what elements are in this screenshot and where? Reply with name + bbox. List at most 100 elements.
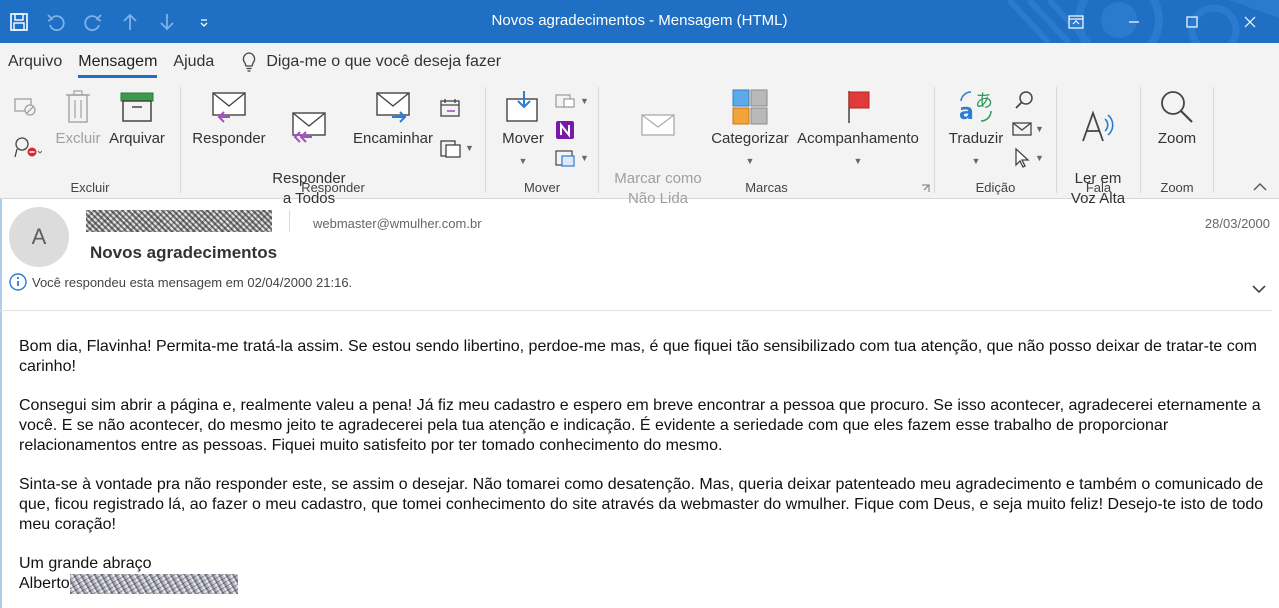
maximize-icon	[1186, 15, 1198, 28]
translate-icon: aあ	[959, 91, 993, 125]
recipient-email[interactable]: webmaster@wmulher.com.br	[313, 216, 482, 231]
body-paragraph: Bom dia, Flavinha! Permita-me tratá-la a…	[19, 338, 1257, 375]
chevron-down-icon[interactable]	[1251, 283, 1267, 295]
reply-label: Responder	[192, 130, 266, 147]
collapse-ribbon-icon[interactable]	[1253, 182, 1267, 192]
group-label-mover: Mover	[523, 180, 561, 195]
onenote-button[interactable]	[554, 119, 576, 141]
message-body: Bom dia, Flavinha! Permita-me tratá-la a…	[19, 337, 1264, 594]
minimize-button[interactable]	[1105, 0, 1163, 43]
move-label: Mover	[502, 130, 544, 147]
forward-label: Encaminhar	[352, 130, 434, 147]
group-label-fala: Fala	[1085, 180, 1112, 195]
group-edicao: aあ Traduzir ▼ ▼ ▼ Edição	[935, 81, 1056, 199]
forward-button[interactable]: Encaminhar	[351, 89, 435, 149]
move-folder-icon	[506, 91, 538, 122]
header-divider	[0, 310, 1272, 311]
archive-label: Arquivar	[109, 130, 165, 147]
categorize-icon	[732, 89, 768, 125]
group-marcas: Marcar como Não Lida Categorizar ▼ Acomp…	[599, 81, 934, 207]
read-aloud-icon	[1082, 110, 1114, 142]
categorize-button[interactable]: Categorizar ▼	[709, 89, 791, 171]
group-zoom: Zoom Zoom	[1141, 81, 1213, 199]
svg-text:あ: あ	[975, 91, 993, 112]
maximize-button[interactable]	[1163, 0, 1221, 43]
tab-ajuda[interactable]: Ajuda	[165, 43, 222, 81]
info-text: Você respondeu esta mensagem em 02/04/20…	[32, 274, 353, 290]
close-icon	[1244, 16, 1256, 27]
rules-icon	[555, 94, 575, 108]
reading-pane-edge	[0, 199, 2, 608]
translate-button[interactable]: aあ Traduzir ▼	[943, 89, 1009, 171]
ribbon-tabs: Arquivo Mensagem Ajuda Diga-me o que voc…	[0, 43, 1279, 81]
body-paragraph: Sinta-se à vontade pra não responder est…	[19, 476, 1264, 533]
close-button[interactable]	[1221, 0, 1279, 43]
delete-label: Excluir	[55, 130, 101, 147]
tell-me-label: Diga-me o que você deseja fazer	[266, 53, 502, 70]
zoom-label: Zoom	[1157, 130, 1197, 147]
group-responder: Responder Responder a Todos Encaminhar ▼…	[181, 81, 485, 207]
related-mail-icon	[1012, 122, 1032, 136]
reply-all-icon	[292, 112, 326, 143]
flag-icon	[848, 91, 870, 123]
archive-icon	[120, 92, 154, 122]
group-label-zoom: Zoom	[1160, 180, 1194, 195]
categorize-label: Categorizar	[711, 130, 789, 147]
tab-arquivo[interactable]: Arquivo	[0, 43, 70, 81]
followup-label: Acompanhamento	[797, 130, 919, 147]
tell-me-search[interactable]: Diga-me o que você deseja fazer	[242, 43, 501, 81]
minimize-icon	[1129, 20, 1139, 23]
tab-mensagem[interactable]: Mensagem	[70, 43, 165, 81]
group-fala: Ler em Voz Alta Fala	[1057, 81, 1140, 207]
translate-label: Traduzir	[948, 130, 1004, 147]
avatar: A	[9, 207, 69, 267]
header-separator	[289, 210, 290, 232]
group-separator	[1213, 87, 1214, 193]
ignore-icon	[14, 98, 36, 116]
select-button[interactable]: ▼	[1011, 147, 1044, 169]
forward-icon	[376, 92, 410, 123]
cursor-icon	[1015, 147, 1030, 168]
ignore-button[interactable]	[12, 95, 38, 117]
zoom-icon	[1161, 91, 1193, 123]
onenote-icon	[556, 121, 574, 139]
actions-button[interactable]: ▼	[554, 147, 589, 169]
group-label-responder: Responder	[301, 180, 365, 195]
move-button[interactable]: Mover ▼	[498, 89, 548, 171]
signature-first-name: Alberto	[19, 575, 70, 592]
ribbon: Excluir Arquivar Excluir Responder Respo…	[0, 81, 1279, 207]
group-label-edicao: Edição	[975, 180, 1016, 195]
delete-button[interactable]: Excluir	[55, 89, 101, 149]
archive-button[interactable]: Arquivar	[106, 89, 168, 149]
related-button[interactable]: ▼	[1011, 119, 1044, 139]
cleanup-button[interactable]	[12, 135, 42, 159]
reply-icon	[212, 92, 246, 123]
svg-text:a: a	[959, 100, 974, 125]
more-respond-button[interactable]: ▼	[439, 137, 474, 159]
info-bar: Você respondeu esta mensagem em 02/04/20…	[9, 273, 352, 291]
actions-icon	[555, 150, 575, 167]
closing-text: Um grande abraço	[19, 555, 152, 572]
signature-surname-redacted	[69, 574, 238, 594]
rules-button[interactable]: ▼	[554, 91, 589, 111]
followup-button[interactable]: Acompanhamento ▼	[795, 89, 921, 171]
find-button[interactable]	[1013, 89, 1035, 111]
ribbon-display-icon	[1068, 14, 1084, 29]
meeting-button[interactable]	[439, 97, 463, 119]
body-paragraph: Consegui sim abrir a página e, realmente…	[19, 397, 1261, 454]
reply-button[interactable]: Responder	[191, 89, 267, 149]
lightbulb-icon	[243, 52, 256, 72]
trash-icon	[66, 90, 90, 123]
search-icon	[1015, 91, 1033, 109]
mark-unread-icon	[641, 114, 675, 136]
zoom-button[interactable]: Zoom	[1149, 89, 1205, 149]
ribbon-display-options-button[interactable]	[1047, 0, 1105, 43]
window-controls	[1047, 0, 1279, 43]
group-label-marcas: Marcas	[745, 180, 788, 195]
group-excluir: Excluir Arquivar Excluir	[0, 81, 180, 199]
group-label-excluir: Excluir	[70, 180, 110, 195]
info-icon	[9, 273, 27, 291]
cleanup-icon	[14, 137, 42, 158]
title-bar: Novos agradecimentos - Mensagem (HTML)	[0, 0, 1279, 43]
group-mover: Mover ▼ ▼ ▼ Mover	[486, 81, 598, 199]
